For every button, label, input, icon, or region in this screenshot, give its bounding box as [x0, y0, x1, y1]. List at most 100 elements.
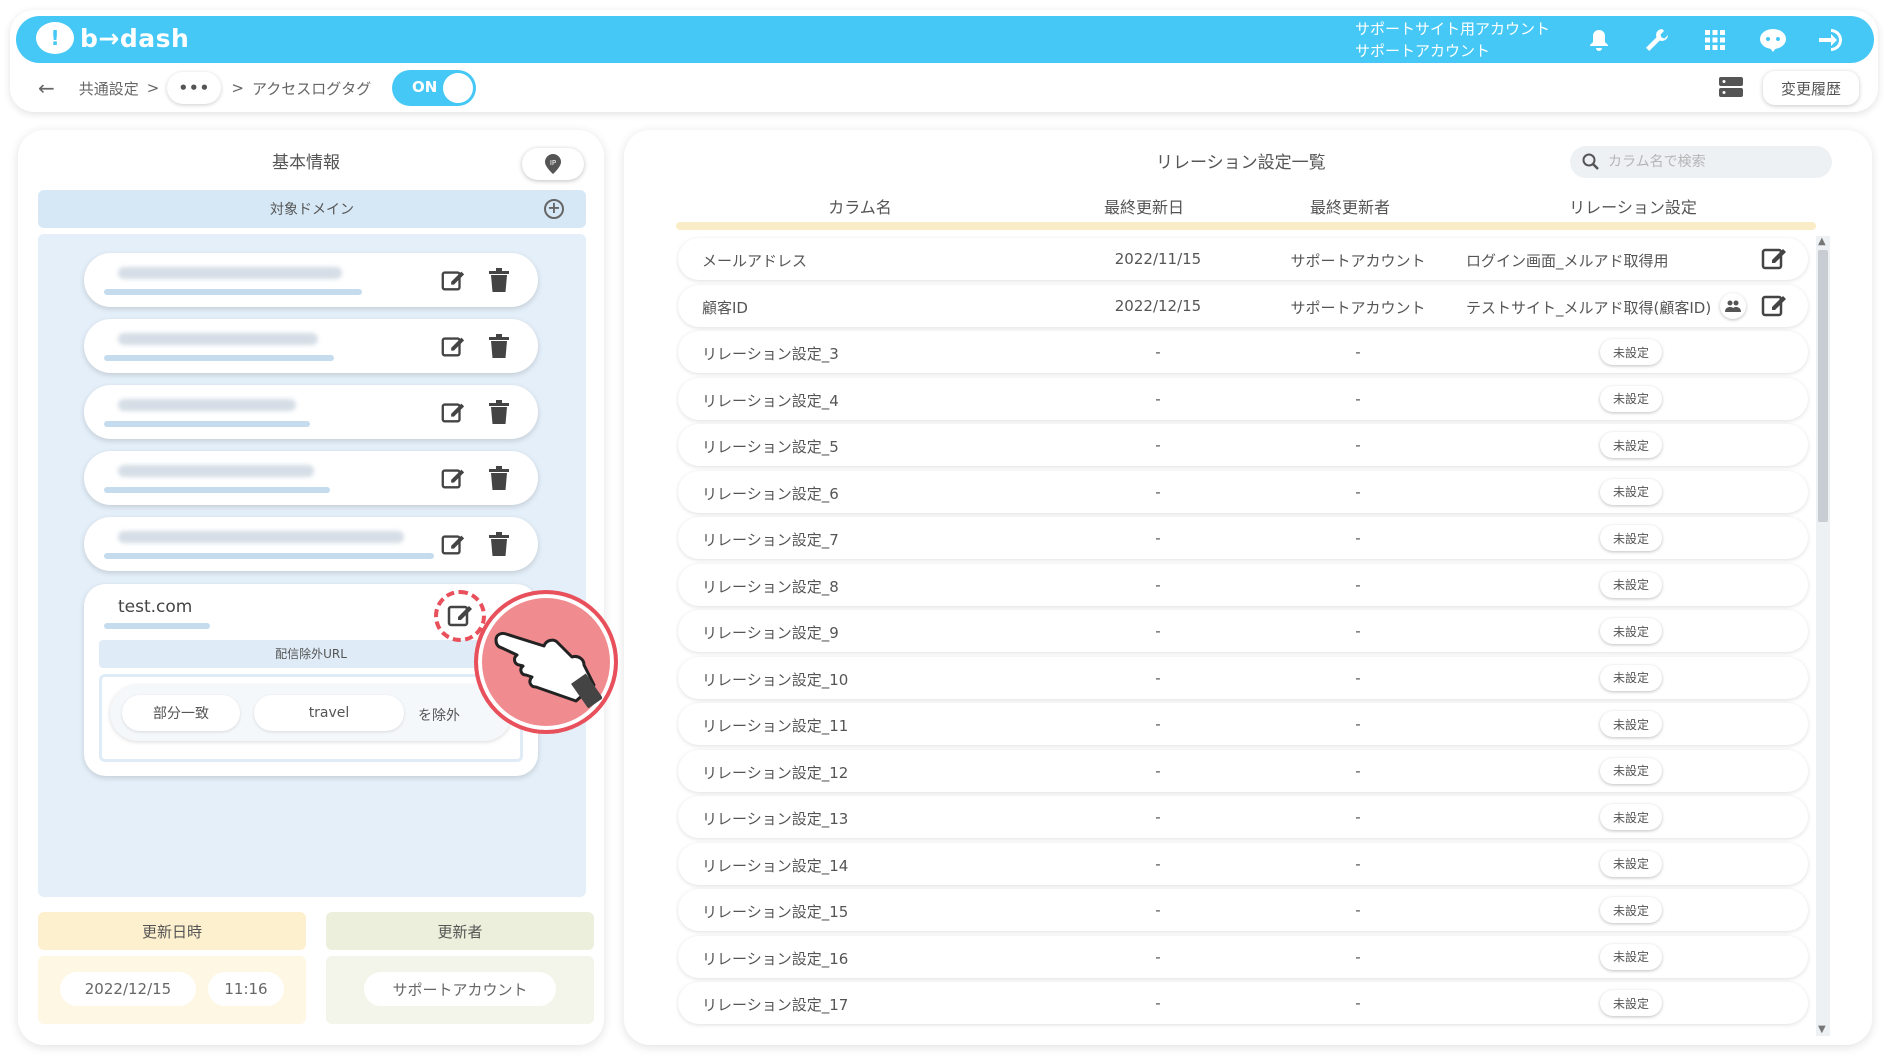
domain-underline: [104, 623, 210, 629]
column-header-name: カラム名: [828, 198, 892, 217]
table-row[interactable]: リレーション設定_7 - - 未設定: [678, 517, 1808, 559]
table-row[interactable]: リレーション設定_11 - - 未設定: [678, 703, 1808, 745]
table-row[interactable]: リレーション設定_12 - - 未設定: [678, 749, 1808, 792]
unset-badge[interactable]: 未設定: [1600, 711, 1662, 737]
unset-badge[interactable]: 未設定: [1600, 432, 1662, 458]
bell-icon[interactable]: [1570, 24, 1628, 56]
unset-badge[interactable]: 未設定: [1600, 897, 1662, 923]
row-updated-date: -: [1155, 575, 1161, 594]
table-row[interactable]: 顧客ID 2022/12/15 サポートアカウント テストサイト_メルアド取得(顧客I…: [678, 284, 1808, 327]
unset-badge[interactable]: 未設定: [1600, 850, 1662, 877]
domain-underline: [104, 289, 362, 295]
edit-icon[interactable]: [440, 399, 466, 425]
row-updated-user: -: [1355, 808, 1361, 826]
row-updated-user: -: [1355, 529, 1361, 547]
brand-logo[interactable]: ! b→dash: [36, 22, 189, 54]
breadcrumb-ellipsis-button[interactable]: •••: [167, 72, 222, 104]
breadcrumb-common-settings[interactable]: 共通設定: [79, 78, 139, 99]
wrench-icon[interactable]: [1628, 24, 1686, 56]
unset-badge[interactable]: 未設定: [1600, 990, 1662, 1016]
trash-icon[interactable]: [486, 399, 512, 425]
logout-icon[interactable]: [1802, 24, 1860, 56]
domain-actions: [440, 531, 512, 557]
updated-by-box: サポートアカウント: [326, 956, 594, 1024]
scroll-up-icon[interactable]: ▲: [1818, 236, 1826, 247]
keyword-chip[interactable]: travel: [254, 695, 404, 731]
search-icon: [1582, 153, 1599, 170]
header-icons: [1570, 24, 1860, 56]
unset-badge[interactable]: 未設定: [1600, 525, 1662, 551]
domain-underline: [104, 487, 330, 493]
table-row[interactable]: リレーション設定_17 - - 未設定: [678, 982, 1808, 1024]
table-row[interactable]: リレーション設定_10 - - 未設定: [678, 656, 1808, 699]
people-icon[interactable]: [1720, 292, 1746, 319]
tag-on-off-toggle[interactable]: ON: [392, 70, 476, 106]
trash-icon[interactable]: [486, 465, 512, 491]
row-updated-user: -: [1355, 947, 1361, 966]
table-row[interactable]: リレーション設定_14 - - 未設定: [678, 842, 1808, 885]
unset-badge[interactable]: 未設定: [1600, 339, 1662, 365]
table-row[interactable]: リレーション設定_15 - - 未設定: [678, 889, 1808, 931]
table-row[interactable]: リレーション設定_4 - - 未設定: [678, 377, 1808, 420]
domain-underline: [104, 553, 434, 559]
row-updated-date: -: [1155, 482, 1161, 501]
unset-badge[interactable]: 未設定: [1600, 664, 1662, 691]
unset-badge[interactable]: 未設定: [1600, 571, 1662, 598]
unset-badge[interactable]: 未設定: [1600, 385, 1662, 412]
trash-icon[interactable]: [486, 531, 512, 557]
row-relation: テストサイト_メルアド取得(顧客ID): [1466, 298, 1712, 317]
add-domain-icon[interactable]: +: [544, 199, 564, 219]
apps-grid-icon[interactable]: [1686, 24, 1744, 56]
change-history-button[interactable]: 変更履歴: [1763, 71, 1859, 105]
row-updated-user: -: [1355, 389, 1361, 408]
table-row[interactable]: リレーション設定_8 - - 未設定: [678, 563, 1808, 606]
column-search[interactable]: [1570, 146, 1832, 178]
scroll-thumb[interactable]: [1818, 250, 1828, 522]
unset-badge[interactable]: 未設定: [1600, 804, 1662, 830]
chat-bot-icon[interactable]: [1744, 24, 1802, 56]
edit-icon[interactable]: [1760, 244, 1790, 274]
row-column-name: リレーション設定_13: [702, 810, 849, 828]
account-info[interactable]: サポートサイト用アカウント サポートアカウント: [1355, 18, 1550, 62]
back-arrow-icon[interactable]: ←: [38, 76, 55, 100]
scroll-down-icon[interactable]: ▼: [1818, 1024, 1826, 1035]
table-row[interactable]: メールアドレス 2022/11/15 サポートアカウント ログイン画面_メルアド取得用: [678, 238, 1808, 280]
table-row[interactable]: リレーション設定_16 - - 未設定: [678, 935, 1808, 978]
blurred-domain-text: [118, 465, 314, 477]
table-scrollbar[interactable]: ▲ ▼: [1816, 236, 1830, 1036]
edit-icon[interactable]: [440, 531, 466, 557]
table-row[interactable]: リレーション設定_5 - - 未設定: [678, 424, 1808, 466]
unset-badge[interactable]: 未設定: [1600, 618, 1662, 644]
updated-date: 2022/12/15: [60, 972, 196, 1006]
row-updated-user: -: [1355, 575, 1361, 594]
edit-icon[interactable]: [440, 465, 466, 491]
match-type-chip[interactable]: 部分一致: [122, 695, 240, 731]
relation-table: メールアドレス 2022/11/15 サポートアカウント ログイン画面_メルアド取得用…: [676, 236, 1812, 1045]
row-updated-date: -: [1155, 343, 1161, 361]
domain-underline: [104, 355, 334, 361]
table-row[interactable]: リレーション設定_9 - - 未設定: [678, 610, 1808, 652]
edit-icon[interactable]: [440, 333, 466, 359]
edit-icon[interactable]: [440, 267, 466, 293]
table-row[interactable]: リレーション設定_6 - - 未設定: [678, 470, 1808, 513]
unset-badge[interactable]: 未設定: [1600, 478, 1662, 505]
edit-icon[interactable]: [446, 601, 474, 633]
updated-by-user: サポートアカウント: [364, 972, 556, 1006]
ip-pin-button[interactable]: IP: [522, 148, 584, 180]
exclude-suffix: を除外: [418, 708, 460, 724]
table-row[interactable]: リレーション設定_13 - - 未設定: [678, 796, 1808, 838]
row-updated-date: -: [1155, 622, 1161, 640]
trash-icon[interactable]: [486, 333, 512, 359]
row-updated-user: -: [1355, 854, 1361, 873]
database-icon[interactable]: [1718, 76, 1744, 98]
unset-badge[interactable]: 未設定: [1600, 943, 1662, 970]
table-row[interactable]: リレーション設定_3 - - 未設定: [678, 331, 1808, 373]
edit-icon[interactable]: [1760, 291, 1790, 321]
basic-info-title: 基本情報: [258, 148, 354, 175]
row-updated-date: 2022/11/15: [1114, 250, 1202, 268]
trash-icon[interactable]: [486, 267, 512, 293]
unset-badge[interactable]: 未設定: [1600, 757, 1662, 784]
logo-bubble-icon: !: [36, 22, 74, 54]
search-input[interactable]: [1608, 154, 1788, 170]
row-updated-user: -: [1355, 901, 1361, 919]
